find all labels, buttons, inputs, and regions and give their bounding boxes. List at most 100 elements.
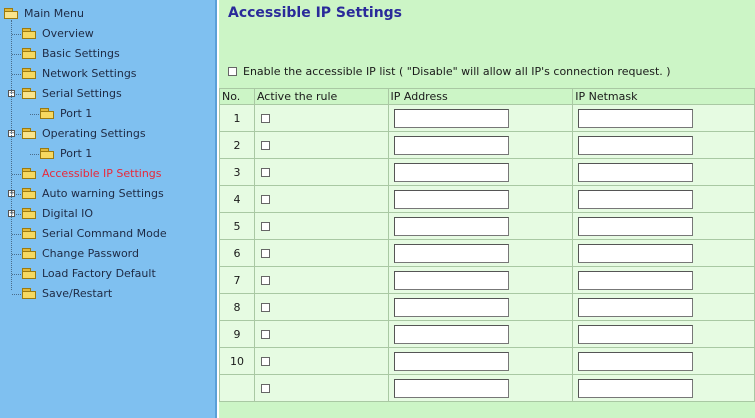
active-rule-checkbox[interactable] [260,141,270,150]
folder-icon [22,68,37,79]
sidebar-item-label: Auto warning Settings [42,187,164,200]
sidebar-item[interactable]: − Serial Settings [0,84,215,104]
active-rule-checkbox[interactable] [260,303,270,312]
active-rule-cell [253,131,389,159]
active-rule-checkbox[interactable] [260,384,270,393]
sidebar-item[interactable]: Main Menu [0,4,215,24]
row-number: 4 [219,185,255,213]
active-rule-cell [253,293,389,321]
ip-address-cell [387,131,574,159]
active-rule-checkbox[interactable] [260,330,270,339]
table-row: 5 [219,212,755,240]
folder-open-icon [4,8,19,19]
active-rule-checkbox[interactable] [260,195,270,204]
ip-netmask-input[interactable] [578,270,694,290]
enable-ip-list-row[interactable]: Enable the accessible IP list ( "Disable… [228,65,671,78]
row-number: 9 [219,320,255,348]
column-header-no: No. [219,88,255,105]
sidebar-item[interactable]: Save/Restart [0,284,215,304]
sidebar-item-label: Port 1 [60,147,93,160]
ip-address-input[interactable] [393,378,509,398]
tree-connector [30,154,39,155]
ip-address-input[interactable] [393,270,509,290]
ip-netmask-cell [572,266,755,294]
folder-icon [22,268,37,279]
ip-netmask-input[interactable] [578,189,694,209]
ip-netmask-cell [572,104,755,132]
ip-netmask-input[interactable] [578,324,694,344]
folder-icon [22,188,37,199]
table-row: 9 [219,320,755,348]
table-row: 1 [219,104,755,132]
folder-open-icon [22,128,37,139]
table-header-row: No. Active the rule IP Address IP Netmas… [219,88,755,105]
active-rule-cell [253,104,389,132]
tree-connector [12,294,21,295]
ip-netmask-input[interactable] [578,162,694,182]
ip-netmask-cell [572,131,755,159]
ip-address-input[interactable] [393,135,509,155]
sidebar-item[interactable]: Accessible IP Settings [0,164,215,184]
ip-address-input[interactable] [393,297,509,317]
ip-address-input[interactable] [393,189,509,209]
sidebar-item-label: Serial Settings [42,87,122,100]
sidebar-item[interactable]: Serial Command Mode [0,224,215,244]
active-rule-checkbox[interactable] [260,249,270,258]
row-number: 7 [219,266,255,294]
ip-address-cell [387,212,574,240]
sidebar-item[interactable]: Network Settings [0,64,215,84]
folder-icon [22,208,37,219]
row-number: 2 [219,131,255,159]
enable-ip-list-checkbox[interactable] [228,66,237,76]
sidebar-item[interactable]: Overview [0,24,215,44]
ip-netmask-input[interactable] [578,378,694,398]
sidebar-item[interactable]: Port 1 [0,144,215,164]
active-rule-checkbox[interactable] [260,276,270,285]
ip-address-input[interactable] [393,108,509,128]
ip-netmask-cell [572,320,755,348]
table-row: 2 [219,131,755,159]
sidebar-item-label: Digital IO [42,207,94,220]
active-rule-checkbox[interactable] [260,222,270,231]
row-number: 5 [219,212,255,240]
table-row: 6 [219,239,755,267]
folder-icon [22,228,37,239]
sidebar-item[interactable]: Change Password [0,244,215,264]
ip-netmask-cell [572,158,755,186]
ip-address-cell [387,266,574,294]
row-number: 8 [219,293,255,321]
ip-address-input[interactable] [393,351,509,371]
folder-icon [40,148,55,159]
ip-netmask-input[interactable] [578,135,694,155]
sidebar-item[interactable]: Port 1 [0,104,215,124]
ip-address-cell [387,158,574,186]
sidebar-item[interactable]: Basic Settings [0,44,215,64]
ip-address-input[interactable] [393,324,509,344]
folder-icon [22,288,37,299]
ip-netmask-input[interactable] [578,108,694,128]
table-row: 4 [219,185,755,213]
active-rule-checkbox[interactable] [260,114,270,123]
row-number [219,374,255,402]
ip-netmask-input[interactable] [578,216,694,236]
sidebar-item[interactable]: + Auto warning Settings [0,184,215,204]
tree-connector [12,234,21,235]
ip-netmask-input[interactable] [578,351,694,371]
ip-address-cell [387,347,574,375]
ip-address-cell [387,293,574,321]
sidebar-item-label: Accessible IP Settings [42,167,162,180]
sidebar-item[interactable]: Load Factory Default [0,264,215,284]
sidebar-item-label: Main Menu [24,7,84,20]
ip-address-input[interactable] [393,243,509,263]
active-rule-checkbox[interactable] [260,357,270,366]
sidebar-item[interactable]: − Operating Settings [0,124,215,144]
sidebar-item[interactable]: + Digital IO [0,204,215,224]
active-rule-cell [253,320,389,348]
ip-address-input[interactable] [393,162,509,182]
table-row: 8 [219,293,755,321]
sidebar-item-label: Operating Settings [42,127,146,140]
active-rule-checkbox[interactable] [260,168,270,177]
ip-address-input[interactable] [393,216,509,236]
ip-netmask-input[interactable] [578,297,694,317]
ip-netmask-input[interactable] [578,243,694,263]
